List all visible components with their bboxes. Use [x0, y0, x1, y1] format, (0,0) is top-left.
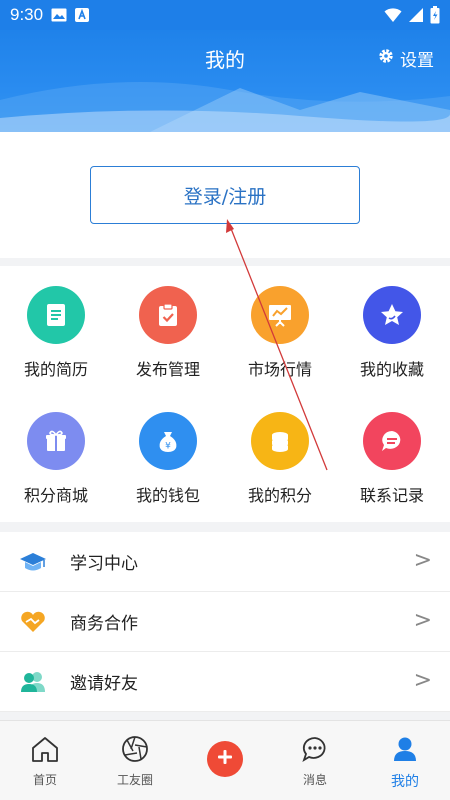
- nav-label: 首页: [32, 773, 57, 787]
- settings-button[interactable]: 设置: [378, 46, 434, 71]
- grid-item-resume[interactable]: 我的简历: [0, 286, 112, 380]
- status-bar: 9:30: [0, 0, 450, 30]
- grid-item-label: 我的收藏: [359, 360, 424, 379]
- star-icon: [363, 286, 421, 344]
- user-icon: [391, 735, 419, 767]
- grid-item-label: 我的简历: [23, 360, 88, 379]
- grid-item-points-mall[interactable]: 积分商城: [0, 412, 112, 506]
- chevron-right-icon: >: [413, 668, 432, 693]
- chat-icon: [363, 412, 421, 470]
- image-notification-icon: [51, 8, 67, 22]
- signal-icon: [408, 7, 424, 27]
- resume-icon: [27, 286, 85, 344]
- settings-label: 设置: [400, 51, 434, 71]
- list-item-business-cooperation[interactable]: 商务合作 >: [0, 592, 450, 652]
- list-item-label: 学习中心: [70, 554, 138, 574]
- graduation-cap-icon: [18, 547, 48, 577]
- message-icon: [301, 735, 329, 767]
- grid-item-contact-records[interactable]: 联系记录: [336, 412, 448, 506]
- users-icon: [18, 667, 48, 697]
- list-item-learning-center[interactable]: 学习中心 >: [0, 532, 450, 592]
- bottom-navigation: 首页 工友圈 消息 我的: [0, 720, 450, 800]
- grid-item-favorites[interactable]: 我的收藏: [336, 286, 448, 380]
- grid-item-label: 我的积分: [247, 486, 312, 505]
- status-time: 9:30: [10, 5, 44, 24]
- grid-item-label: 联系记录: [359, 486, 424, 505]
- grid-item-wallet[interactable]: ¥ 我的钱包: [112, 412, 224, 506]
- chevron-right-icon: >: [413, 548, 432, 573]
- publish-plus-button[interactable]: [207, 741, 243, 777]
- wifi-icon: [384, 7, 402, 27]
- grid-item-label: 我的钱包: [135, 486, 200, 505]
- list-item-label: 商务合作: [70, 614, 138, 634]
- gift-icon: [27, 412, 85, 470]
- chevron-right-icon: >: [413, 608, 432, 633]
- feature-grid: 我的简历 发布管理 市场行情 我的收藏 积分商城 ¥ 我的钱包 我的积分 联系记…: [0, 266, 450, 522]
- grid-item-label: 市场行情: [247, 360, 312, 379]
- grid-item-publish-manage[interactable]: 发布管理: [112, 286, 224, 380]
- nav-item-workers-circle[interactable]: 工友圈: [90, 735, 180, 788]
- grid-item-label: 发布管理: [135, 360, 200, 379]
- gear-icon: [378, 48, 394, 69]
- home-icon: [30, 735, 60, 767]
- grid-item-my-points[interactable]: 我的积分: [224, 412, 336, 506]
- app-notification-icon: [75, 8, 90, 22]
- list-item-label: 邀请好友: [70, 674, 138, 694]
- money-bag-icon: ¥: [139, 412, 197, 470]
- nav-label: 工友圈: [116, 773, 153, 787]
- nav-label: 我的: [391, 774, 419, 790]
- grid-item-label: 积分商城: [23, 486, 88, 505]
- login-register-button[interactable]: 登录/注册: [90, 166, 360, 224]
- plus-icon: [216, 748, 234, 770]
- nav-label: 消息: [302, 773, 327, 787]
- nav-item-home[interactable]: 首页: [0, 735, 90, 788]
- profile-header: 我的 设置: [0, 30, 450, 132]
- clipboard-icon: [139, 286, 197, 344]
- menu-list: 学习中心 > 商务合作 > 邀请好友 >: [0, 532, 450, 712]
- nav-item-mine[interactable]: 我的: [360, 735, 450, 791]
- battery-icon: [430, 6, 440, 28]
- nav-item-messages[interactable]: 消息: [270, 735, 360, 788]
- list-item-invite-friends[interactable]: 邀请好友 >: [0, 652, 450, 712]
- handshake-icon: [18, 607, 48, 637]
- coins-icon: [251, 412, 309, 470]
- chart-board-icon: [251, 286, 309, 344]
- grid-item-market[interactable]: 市场行情: [224, 286, 336, 380]
- svg-text:¥: ¥: [165, 442, 171, 452]
- login-card: 登录/注册: [0, 132, 450, 258]
- aperture-icon: [121, 735, 149, 767]
